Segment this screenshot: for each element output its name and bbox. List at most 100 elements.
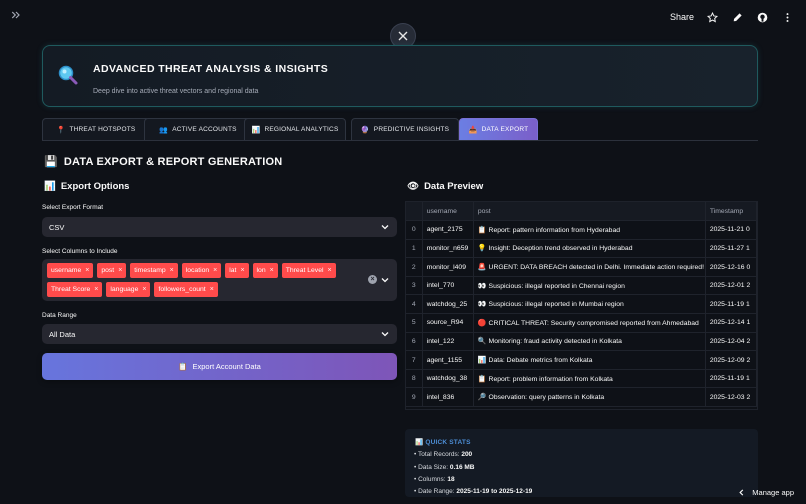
remove-chip-icon[interactable]: × (213, 267, 217, 274)
tab-predictive-insights[interactable]: 🔮 PREDICTIVE INSIGHTS (351, 118, 459, 140)
table-row[interactable]: 7 agent_1155 📊 Data: Debate metrics from Ko… (406, 350, 757, 370)
download-icon: 📥 (468, 126, 478, 134)
table-row[interactable]: 3 intel_770 👀 Suspicious: illegal reported … (406, 276, 757, 296)
chevron-left-icon (739, 489, 744, 496)
username-cell: monitor_n659 (422, 239, 474, 259)
remove-chip-icon[interactable]: × (94, 286, 98, 293)
data-range-value: All Data (49, 329, 76, 339)
table-row[interactable]: 0 agent_2175 📋 Report: pattern information … (406, 220, 757, 240)
tab-label: REGIONAL ANALYTICS (264, 126, 339, 133)
column-chip[interactable]: followers_count × (154, 282, 218, 297)
export-format-select[interactable]: CSV (42, 217, 397, 237)
tab-bar: 📍 THREAT HOTSPOTS 👥 ACTIVE ACCOUNTS 📊 RE… (42, 118, 758, 141)
column-chip[interactable]: Threat Score × (47, 282, 103, 297)
username-cell: intel_770 (422, 276, 474, 296)
column-chip[interactable]: lon × (252, 263, 278, 278)
row-index: 7 (406, 350, 423, 370)
row-index: 8 (406, 369, 423, 389)
index-header (406, 202, 423, 222)
column-chip[interactable]: language × (106, 282, 151, 297)
remove-chip-icon[interactable]: × (170, 267, 174, 274)
post-cell: 🚨 URGENT: DATA BREACH detected in Delhi. … (473, 257, 706, 277)
username-header[interactable]: username (422, 202, 474, 222)
data-range-select[interactable]: All Data (42, 324, 397, 344)
remove-chip-icon[interactable]: × (328, 267, 332, 274)
column-chip[interactable]: lat × (225, 263, 249, 278)
table-row[interactable]: 5 source_R94 🔴 CRITICAL THREAT: Security co… (406, 313, 757, 333)
remove-chip-icon[interactable]: × (270, 267, 274, 274)
post-cell: 📊 Data: Debate metrics from Kolkata (473, 350, 706, 370)
timestamp-cell: 2025-11-27 1 (705, 239, 757, 259)
row-index: 9 (406, 387, 423, 408)
timestamp-cell: 2025-12-04 2 (705, 332, 757, 352)
column-chip-label: Threat Level (285, 267, 324, 274)
clear-all-icon[interactable]: × (368, 275, 377, 284)
github-icon[interactable] (756, 11, 769, 24)
remove-chip-icon[interactable]: × (210, 286, 214, 293)
range-label: Data Range (42, 312, 77, 319)
star-icon[interactable] (706, 11, 719, 24)
column-chip[interactable]: username × (47, 263, 94, 278)
more-vertical-icon[interactable] (781, 11, 794, 24)
eye-icon: 👁 (407, 181, 420, 192)
table-row[interactable]: 4 watchdog_25 👀 Suspicious: illegal reporte… (406, 294, 757, 315)
post-emoji-icon: 🔎 (477, 394, 487, 402)
remove-chip-icon[interactable]: × (240, 267, 244, 274)
table-row[interactable]: 8 watchdog_38 📋 Report: problem information… (406, 369, 757, 389)
floppy-disk-icon: 💾 (44, 156, 58, 168)
table-row[interactable]: 6 intel_122 🔍 Monitoring: fraud activity de… (406, 332, 757, 352)
timestamp-header[interactable]: Timestamp (705, 202, 757, 222)
column-chip[interactable]: post × (97, 263, 127, 278)
page-subtitle: Deep dive into active threat vectors and… (93, 88, 259, 95)
share-button[interactable]: Share (670, 12, 694, 22)
row-index: 4 (406, 294, 423, 315)
row-index: 2 (406, 257, 423, 277)
column-chip[interactable]: timestamp × (130, 263, 178, 278)
users-icon: 👥 (159, 126, 169, 134)
column-chip-label: timestamp (134, 267, 166, 274)
chevron-down-icon (381, 332, 389, 337)
tab-threat-hotspots[interactable]: 📍 THREAT HOTSPOTS (42, 118, 150, 140)
tab-active-accounts[interactable]: 👥 ACTIVE ACCOUNTS (144, 118, 252, 140)
export-account-data-button[interactable]: 📋 Export Account Data (42, 353, 397, 380)
quick-stats-panel: 📊 QUICK STATS • Total Records: 200 • Dat… (405, 429, 758, 497)
tab-label: THREAT HOTSPOTS (69, 126, 136, 133)
post-cell: 💡 Insight: Deception trend observed in Hy… (473, 239, 706, 259)
columns-multiselect[interactable]: username × post × timestamp × location × lat × lon… (42, 259, 397, 301)
post-cell: 📋 Report: problem information from Kolkat… (473, 369, 706, 389)
post-cell: 🔎 Observation: query patterns in Kolkata (473, 387, 706, 408)
chevron-down-icon (381, 225, 389, 230)
stat-columns: • Columns: 18 (414, 476, 455, 483)
tab-regional-analytics[interactable]: 📊 REGIONAL ANALYTICS (244, 118, 346, 140)
data-preview-table[interactable]: username post Timestamp 0 agent_2175 📋 Repo… (405, 201, 758, 410)
clipboard-icon: 📋 (178, 362, 188, 371)
post-header[interactable]: post (473, 202, 706, 222)
username-cell: agent_2175 (422, 220, 474, 240)
quick-stats-title: 📊 QUICK STATS (415, 439, 471, 446)
username-cell: source_R94 (422, 313, 474, 333)
tab-data-export[interactable]: 📥 DATA EXPORT (459, 118, 538, 140)
timestamp-cell: 2025-12-09 2 (705, 350, 757, 370)
column-chip-label: language (110, 286, 139, 293)
table-row[interactable]: 1 monitor_n659 💡 Insight: Deception trend o… (406, 239, 757, 259)
page-title: ADVANCED THREAT ANALYSIS & INSIGHTS (93, 63, 329, 75)
column-chip-label: Threat Score (51, 286, 91, 293)
close-icon (398, 31, 408, 41)
post-cell: 🔴 CRITICAL THREAT: Security compromised r… (473, 313, 706, 333)
section-title-text: DATA EXPORT & REPORT GENERATION (63, 155, 283, 168)
remove-chip-icon[interactable]: × (85, 267, 89, 274)
table-row[interactable]: 9 intel_836 🔎 Observation: query patterns i… (406, 387, 757, 408)
chevron-down-icon[interactable] (381, 276, 389, 284)
column-chip[interactable]: Threat Level × (281, 263, 336, 278)
remove-chip-icon[interactable]: × (142, 286, 146, 293)
column-chip-label: username (51, 267, 82, 274)
tab-label: ACTIVE ACCOUNTS (172, 126, 237, 133)
manage-app-button[interactable]: Manage app (738, 488, 794, 497)
column-chip[interactable]: location × (181, 263, 222, 278)
pencil-icon[interactable] (731, 11, 744, 24)
remove-chip-icon[interactable]: × (118, 267, 122, 274)
table-row[interactable]: 2 monitor_l409 🚨 URGENT: DATA BREACH detect… (406, 257, 757, 277)
expand-sidebar-icon[interactable] (10, 9, 26, 25)
username-cell: monitor_l409 (422, 257, 474, 277)
column-chip-label: lat (229, 267, 237, 274)
